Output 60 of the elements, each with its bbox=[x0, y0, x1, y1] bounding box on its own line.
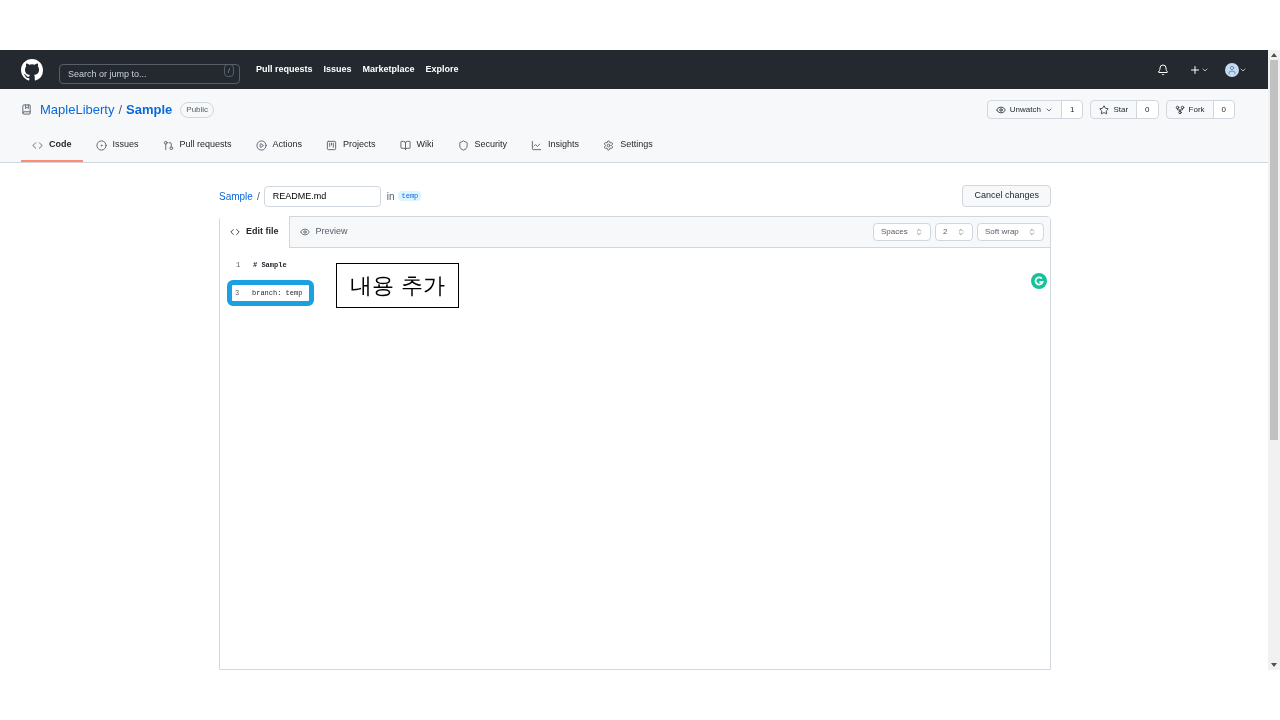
filename-field[interactable]: README.md bbox=[263, 185, 381, 207]
updown-icon bbox=[957, 228, 965, 236]
repo-icon bbox=[21, 104, 32, 115]
code-icon bbox=[230, 227, 240, 237]
plus-dropdown-icon[interactable] bbox=[1189, 63, 1209, 76]
repo-action-button[interactable]: Fork bbox=[1166, 101, 1214, 118]
repo-tab[interactable]: Issues bbox=[84, 130, 150, 162]
counter: 0 bbox=[1137, 101, 1158, 118]
owner-link[interactable]: MapleLiberty bbox=[40, 99, 115, 120]
eye-icon bbox=[299, 227, 310, 237]
repo-tab[interactable]: Insights bbox=[520, 130, 591, 162]
scroll-down-icon[interactable] bbox=[1271, 663, 1277, 667]
nav-link[interactable]: Pull requests bbox=[256, 62, 313, 77]
circle-dot-icon bbox=[95, 139, 107, 151]
gear-icon bbox=[603, 139, 615, 151]
repo-name-link[interactable]: Sample bbox=[126, 99, 173, 120]
repo-tab[interactable]: Settings bbox=[592, 130, 664, 162]
repo-tab[interactable]: Code bbox=[21, 130, 83, 162]
scrollbar[interactable] bbox=[1268, 50, 1280, 670]
nav-link[interactable]: Explore bbox=[425, 62, 459, 77]
repo-tab[interactable]: Security bbox=[446, 130, 519, 162]
select-dropdown[interactable]: Spaces bbox=[873, 223, 931, 241]
updown-icon bbox=[1028, 228, 1036, 236]
fork-icon bbox=[1174, 104, 1185, 115]
graph-icon bbox=[531, 139, 543, 151]
board-icon bbox=[326, 139, 338, 151]
cat-logo-icon[interactable] bbox=[21, 58, 43, 81]
repo-tab[interactable]: Pull requests bbox=[151, 130, 243, 162]
avatar[interactable] bbox=[1225, 62, 1239, 77]
play-icon bbox=[255, 139, 267, 151]
repo-tab[interactable]: Wiki bbox=[388, 130, 445, 162]
cancel-button[interactable]: Cancel changes bbox=[962, 185, 1051, 207]
star-icon bbox=[1099, 104, 1110, 115]
path-separator: / bbox=[256, 189, 260, 204]
g-circle-icon bbox=[1031, 273, 1047, 289]
breadcrumb-link[interactable]: Sample bbox=[219, 188, 253, 204]
editor-tab[interactable]: Edit file bbox=[220, 216, 290, 248]
shield-icon bbox=[457, 139, 469, 151]
shortcut-key: / bbox=[223, 63, 234, 77]
pull-request-icon bbox=[162, 139, 174, 151]
bell-icon[interactable] bbox=[1157, 63, 1169, 76]
repo-action-button[interactable]: Unwatch bbox=[987, 101, 1062, 118]
in-label: in bbox=[386, 189, 395, 204]
counter: 0 bbox=[1213, 101, 1234, 118]
eye-icon bbox=[995, 104, 1006, 115]
select-dropdown[interactable]: Soft wrap bbox=[977, 223, 1044, 241]
select-dropdown[interactable]: 2 bbox=[935, 223, 973, 241]
path-separator: / bbox=[118, 100, 123, 119]
nav-link[interactable]: Issues bbox=[323, 62, 352, 77]
updown-icon bbox=[915, 228, 923, 236]
scroll-up-icon[interactable] bbox=[1271, 53, 1277, 57]
counter: 1 bbox=[1061, 101, 1083, 118]
nav-link[interactable]: Marketplace bbox=[362, 62, 415, 77]
book-icon bbox=[399, 139, 411, 151]
repo-tab[interactable]: Projects bbox=[315, 130, 387, 162]
editor-tab[interactable]: Preview bbox=[289, 216, 358, 248]
annotation-callout: 내용 추가 bbox=[336, 263, 459, 308]
repo-tab[interactable]: Actions bbox=[244, 130, 314, 162]
code-icon bbox=[32, 139, 43, 151]
person-icon bbox=[1227, 64, 1237, 75]
